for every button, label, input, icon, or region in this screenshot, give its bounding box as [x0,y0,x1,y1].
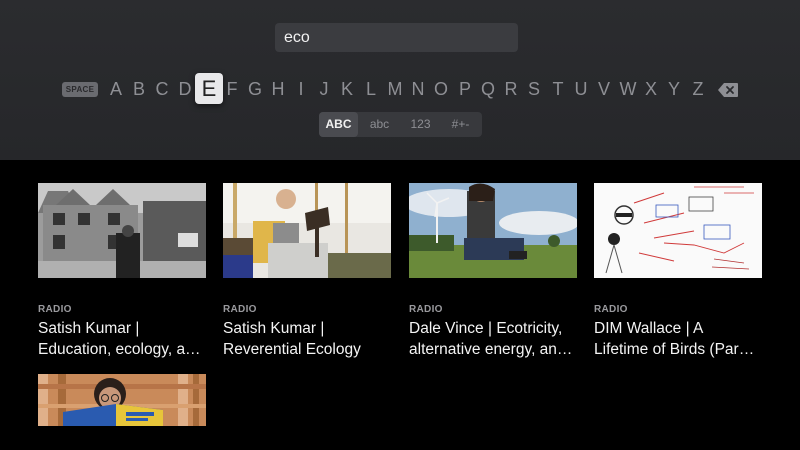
key-x[interactable]: X [640,77,662,101]
key-p[interactable]: P [454,77,476,101]
key-i[interactable]: I [290,77,312,101]
result-title: Satish Kumar | Education, ecology, a… [38,320,201,358]
key-z[interactable]: Z [687,77,709,101]
key-a[interactable]: A [105,77,127,101]
key-k[interactable]: K [336,77,358,101]
key-v[interactable]: V [593,77,615,101]
search-input[interactable]: eco [275,23,518,52]
key-s[interactable]: S [523,77,545,101]
result-title: DIM Wallace | A Lifetime of Birds (Par… [594,320,755,358]
key-w[interactable]: W [617,77,639,101]
key-u[interactable]: U [570,77,592,101]
key-e[interactable]: E [195,73,223,104]
key-r[interactable]: R [500,77,522,101]
woman-reading-book-photo [38,374,206,426]
man-wind-turbine-photo [409,183,577,278]
key-n[interactable]: N [407,77,429,101]
manor-house-photo [38,183,206,278]
key-j[interactable]: J [313,77,335,101]
result-kind-label: RADIO [38,304,72,315]
space-key[interactable]: SPACE [62,82,98,97]
result-kind-label: RADIO [409,304,443,315]
backspace-icon[interactable] [718,83,738,97]
letter-row: SPACE A B C D E F G H I J K L M N O P Q … [0,73,800,105]
mode-numbers[interactable]: 123 [403,112,438,137]
key-o[interactable]: O [430,77,452,101]
key-b[interactable]: B [128,77,150,101]
mode-uppercase[interactable]: ABC [319,112,358,137]
key-h[interactable]: H [267,77,289,101]
search-keyboard-panel: eco SPACE A B C D E F G H I J K L M N O … [0,0,800,160]
keyboard-mode-selector: ABC abc 123 #+- [319,112,482,137]
key-g[interactable]: G [244,77,266,101]
mode-lowercase[interactable]: abc [363,112,396,137]
key-c[interactable]: C [151,77,173,101]
key-q[interactable]: Q [477,77,499,101]
sketch-diagram-photo [594,183,762,278]
key-t[interactable]: T [547,77,569,101]
man-at-lectern-photo [223,183,391,278]
key-y[interactable]: Y [663,77,685,101]
key-f[interactable]: F [221,77,243,101]
key-m[interactable]: M [384,77,406,101]
key-d[interactable]: D [174,77,196,101]
mode-symbols[interactable]: #+- [444,112,477,137]
result-kind-label: RADIO [223,304,257,315]
result-title: Satish Kumar | Reverential Ecology [223,320,361,358]
key-l[interactable]: L [360,77,382,101]
result-kind-label: RADIO [594,304,628,315]
result-title: Dale Vince | Ecotricity, alternative ene… [409,320,573,358]
